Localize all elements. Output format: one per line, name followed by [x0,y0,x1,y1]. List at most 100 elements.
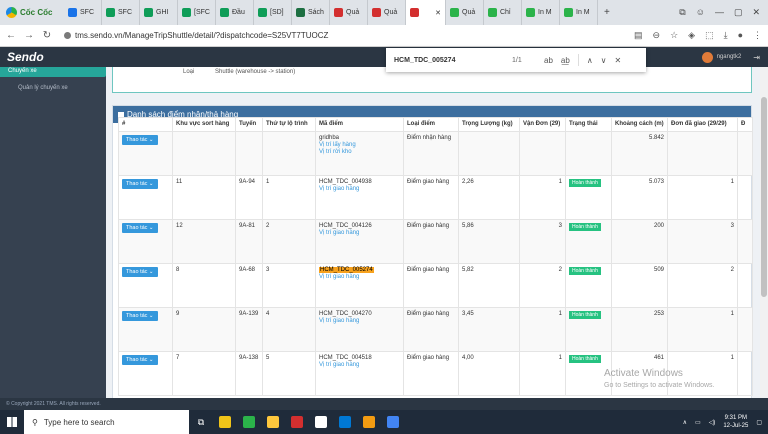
sidebar-item-manage-trips[interactable]: Quản lý chuyến xe [0,77,106,91]
new-tab-button[interactable]: + [598,7,616,18]
location-link[interactable]: Vị trí giao hàng [319,274,400,280]
whole-word-icon[interactable]: a͟b [561,56,570,65]
taskbar-app-icon[interactable] [261,410,285,434]
minimize-icon[interactable]: — [715,7,724,18]
taskbar-app-icon[interactable] [213,410,237,434]
taskbar-app-icon[interactable] [237,410,261,434]
browser-tab[interactable]: Đầu [216,0,254,25]
tab-favicon-icon [564,8,573,17]
action-dropdown-button[interactable]: Thao tác ⌄ [122,135,158,145]
taskbar-app-icon[interactable] [381,410,405,434]
url-field[interactable]: tms.sendo.vn/ManageTripShuttle/detail/?d… [64,31,328,40]
notifications-icon[interactable]: ▢ [756,419,762,426]
download-icon[interactable]: ⤓ [724,30,728,41]
browser-tab[interactable]: Chỉ [484,0,522,25]
zoom-icon[interactable]: ⊖ [653,30,661,41]
browser-tab-active[interactable]: ✕ [406,0,446,25]
browser-tab[interactable]: SFC [102,0,140,25]
browser-tab[interactable]: In M [560,0,598,25]
column-header[interactable]: Mã điểm [315,117,404,132]
shield-icon[interactable]: ◈ [688,30,695,41]
column-header[interactable]: Khoảng cách (m) [611,117,668,132]
column-header[interactable]: Tuyến [235,117,263,132]
taskbar-app-icon[interactable] [309,410,333,434]
browser-tab[interactable]: GHI [140,0,178,25]
clock[interactable]: 9:31 PM 12-Jul-25 [723,414,748,430]
start-button[interactable] [0,410,24,434]
location-link[interactable]: Vị trí rời kho [319,149,400,155]
site-info-icon[interactable] [64,32,71,39]
back-icon[interactable]: ← [6,30,16,41]
tray-chevron-icon[interactable]: ∧ [683,419,687,426]
browser-logo[interactable]: Cốc Cốc [0,7,64,18]
find-close-icon[interactable]: ✕ [615,56,622,65]
action-cell: Thao tác ⌄ [118,131,173,176]
tab-close-icon[interactable]: ✕ [435,9,441,17]
browser-tab[interactable]: Sách [292,0,330,25]
match-case-icon[interactable]: ab [544,56,553,65]
column-header[interactable]: Thứ tự lộ trình [262,117,316,132]
location-link[interactable]: Vị trí giao hàng [319,186,400,192]
user-menu[interactable]: ngangtk2 ⇥ [701,51,768,63]
browser-tab[interactable]: [SD] [254,0,292,25]
action-dropdown-button[interactable]: Thao tác ⌄ [122,179,158,189]
reload-icon[interactable]: ↻ [42,30,52,41]
column-header[interactable]: Đ [737,117,753,132]
find-input[interactable]: HCM_TDC_005274 [394,57,494,64]
column-header[interactable]: # [118,117,173,132]
reader-icon[interactable]: ▤ [634,30,643,41]
tab-label: Sách [308,9,324,16]
column-header[interactable]: Loại điểm [403,117,459,132]
location-link[interactable]: Vị trí lấy hàng [319,142,400,148]
taskbar-search[interactable]: ⚲ Type here to search [24,410,189,434]
scrollbar-thumb[interactable] [761,97,767,297]
page-scrollbar[interactable] [760,67,768,398]
browser-tab[interactable]: Quả [368,0,406,25]
action-dropdown-button[interactable]: Thao tác ⌄ [122,223,158,233]
location-link[interactable]: Vị trí giao hàng [319,318,400,324]
network-icon[interactable]: ▭ [695,419,701,426]
bookmark-star-icon[interactable]: ☆ [670,30,678,41]
browser-tab[interactable]: SFC [64,0,102,25]
app-glyph-icon [219,416,231,428]
task-view-icon[interactable]: ⧉ [189,410,213,434]
column-header[interactable]: Trọng Lượng (kg) [458,117,520,132]
browser-tab[interactable]: [SFC [178,0,216,25]
browser-tab[interactable]: In M [522,0,560,25]
sidebar-item-trips[interactable]: Chuyến xe [0,67,106,77]
menu-icon[interactable]: ⋮ [753,30,762,41]
column-header[interactable]: Trạng thái [565,117,612,132]
column-header[interactable]: Khu vực sort hàng [172,117,236,132]
sendo-logo[interactable]: Sendo [0,50,108,64]
close-window-icon[interactable]: ✕ [752,7,760,18]
browser-tab[interactable]: Quả [330,0,368,25]
volume-icon[interactable]: ◁) [709,419,716,426]
browser-tab[interactable]: Quả [446,0,484,25]
action-dropdown-button[interactable]: Thao tác ⌄ [122,267,158,277]
find-next-icon[interactable]: ∨ [601,56,607,65]
find-separator [577,54,579,66]
taskbar-app-icon[interactable] [285,410,309,434]
app-glyph-icon [339,416,351,428]
location-link[interactable]: Vị trí giao hàng [319,362,400,368]
action-dropdown-button[interactable]: Thao tác ⌄ [122,311,158,321]
taskbar-app-icon[interactable] [333,410,357,434]
tab-search-icon[interactable]: ⧉ [679,7,685,18]
delivered-cell: 2 [667,263,738,308]
location-link[interactable]: Vị trí giao hàng [319,230,400,236]
profile-icon[interactable]: ☺ [696,7,705,18]
column-header[interactable]: Đơn đã giao (29/29) [667,117,738,132]
profile-avatar-icon[interactable]: ● [738,30,743,41]
column-header[interactable]: Vận Đơn (29) [519,117,566,132]
find-previous-icon[interactable]: ∧ [587,56,593,65]
action-cell: Thao tác ⌄ [118,175,173,220]
action-cell: Thao tác ⌄ [118,351,173,396]
logout-icon[interactable]: ⇥ [753,53,760,62]
maximize-icon[interactable]: ▢ [734,7,743,18]
address-bar: ← → ↻ tms.sendo.vn/ManageTripShuttle/det… [0,25,768,47]
taskbar-app-icon[interactable] [357,410,381,434]
forward-icon[interactable]: → [24,30,34,41]
extensions-icon[interactable]: ⬚ [705,30,714,41]
route-cell: 9A-94 [235,175,263,220]
action-dropdown-button[interactable]: Thao tác ⌄ [122,355,158,365]
